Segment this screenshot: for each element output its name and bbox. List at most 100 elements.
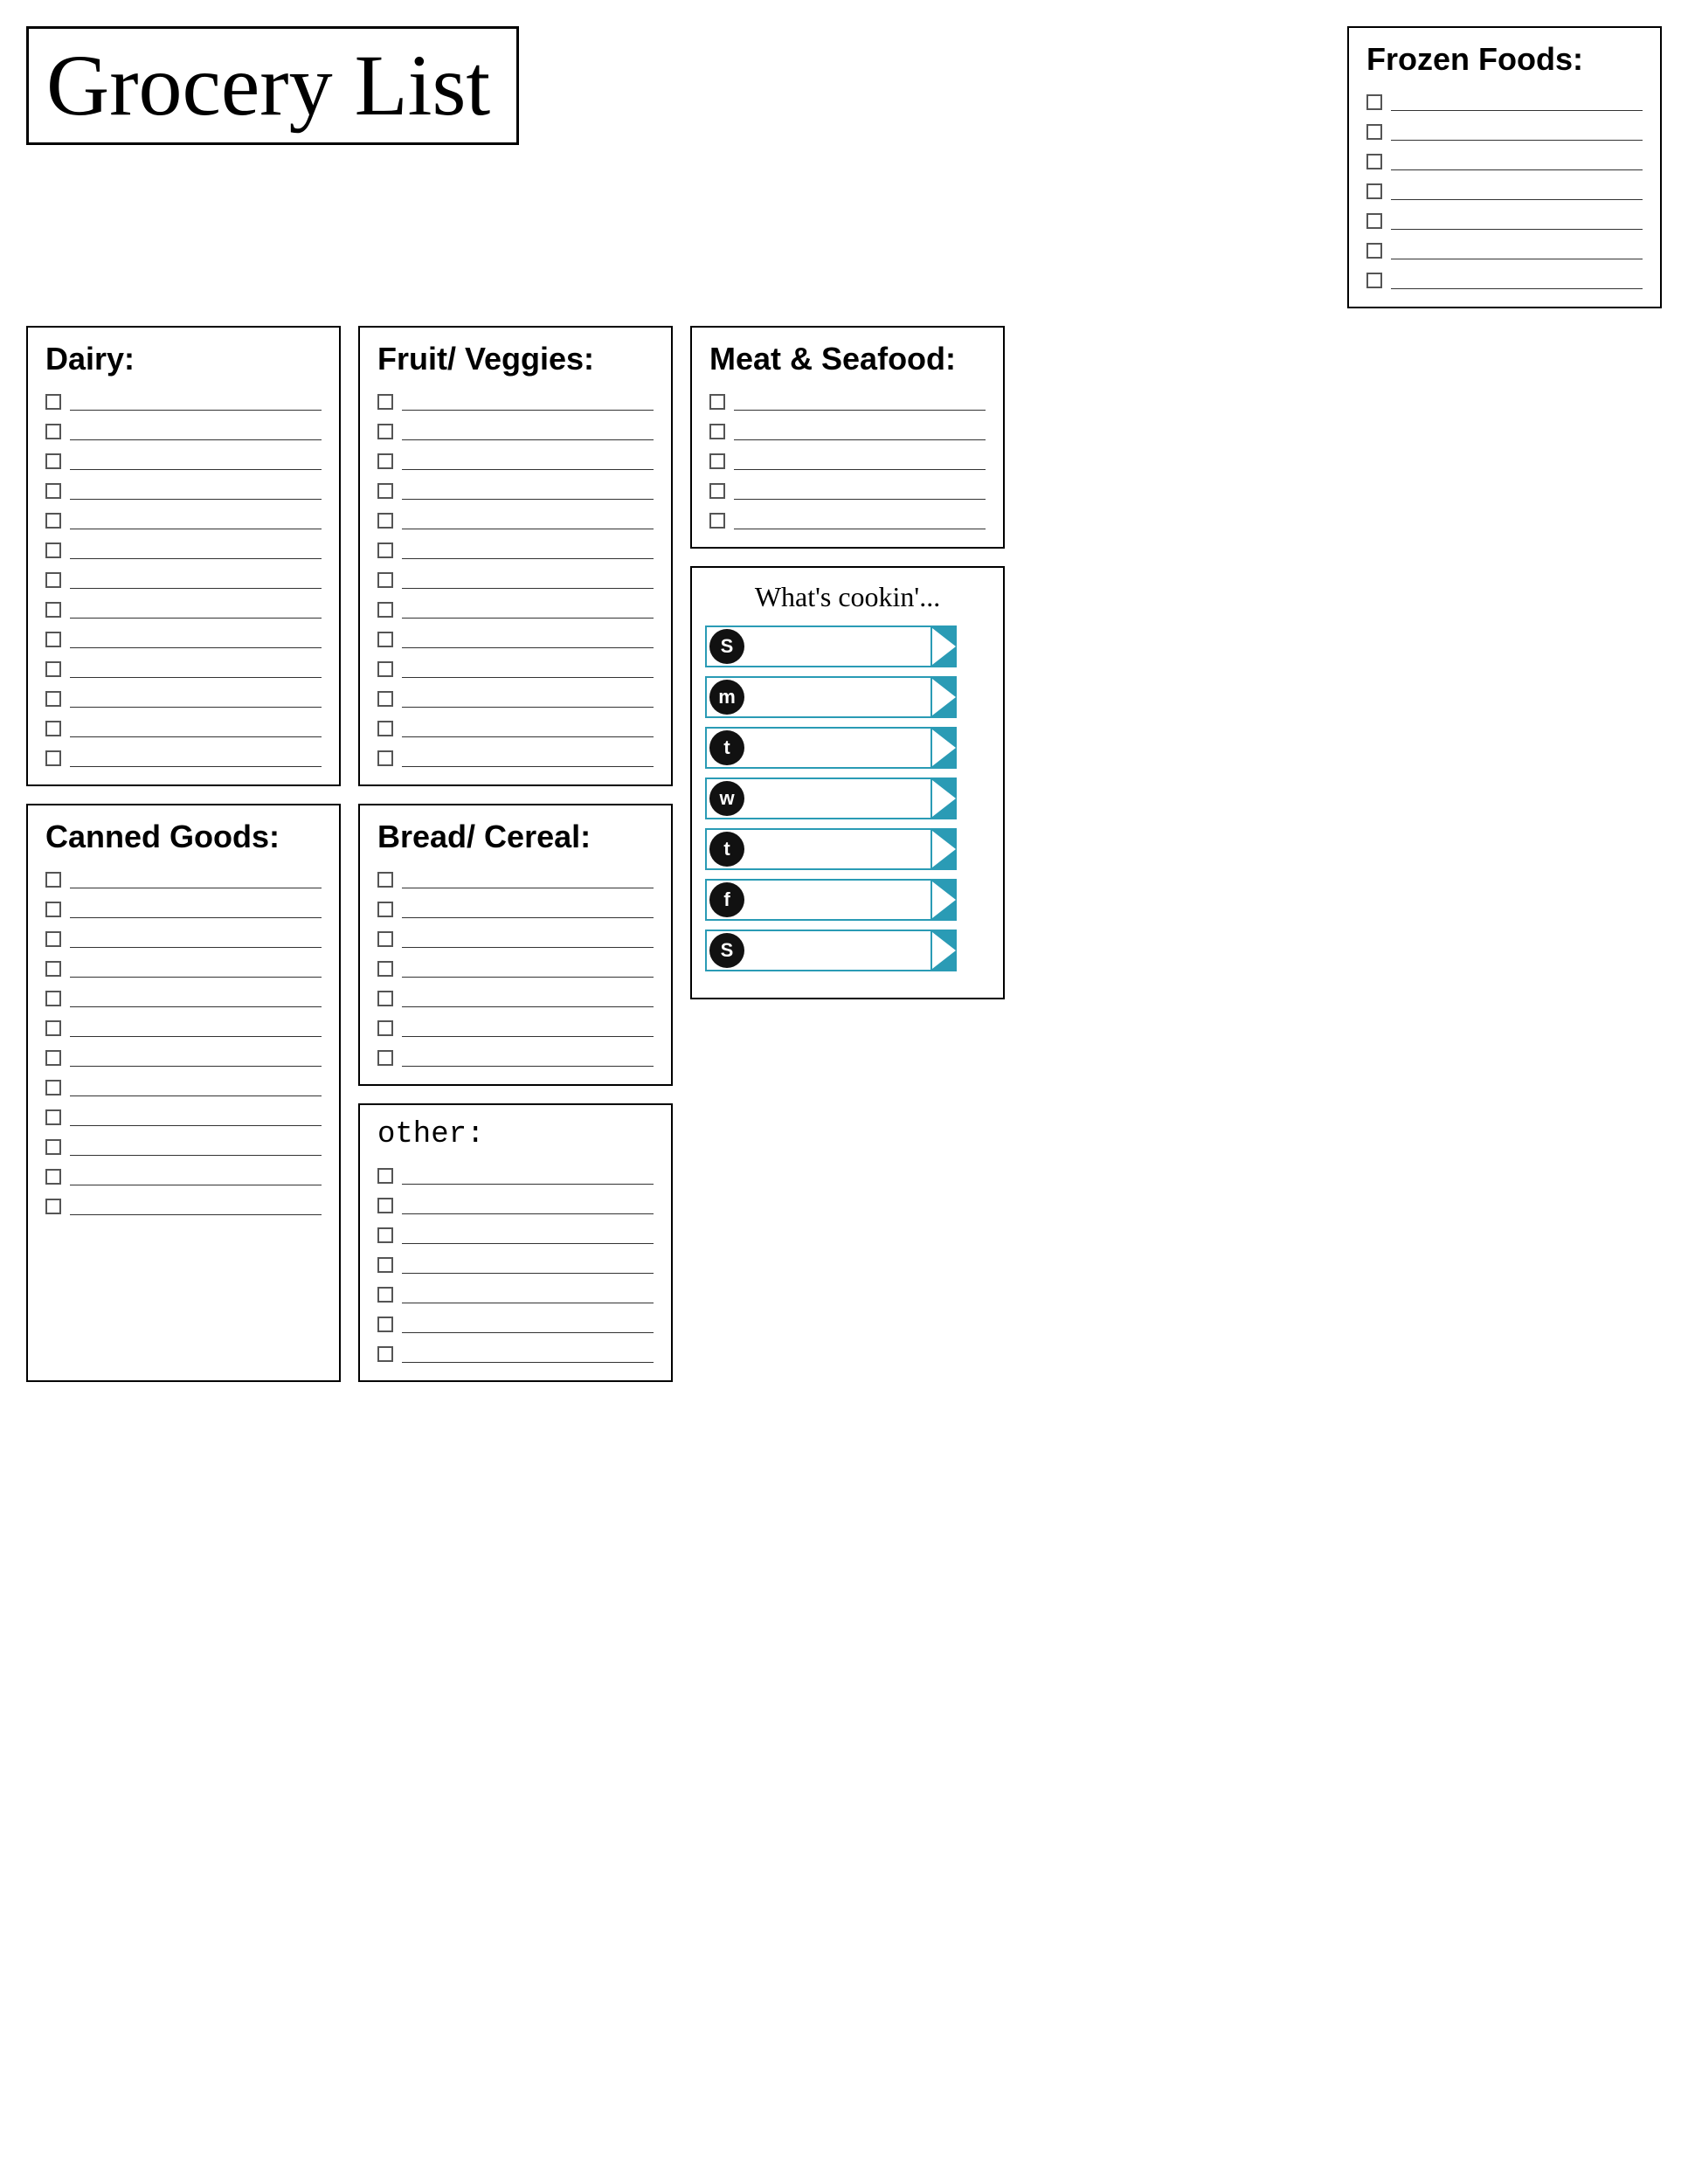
item-line bbox=[402, 1227, 654, 1244]
checkbox[interactable] bbox=[377, 991, 393, 1006]
checkbox[interactable] bbox=[1366, 124, 1382, 140]
checkbox[interactable] bbox=[45, 543, 61, 558]
checkbox[interactable] bbox=[377, 1346, 393, 1362]
checkbox[interactable] bbox=[377, 661, 393, 677]
checkbox[interactable] bbox=[45, 1109, 61, 1125]
checkbox[interactable] bbox=[377, 1050, 393, 1066]
checkbox[interactable] bbox=[377, 721, 393, 736]
checkbox[interactable] bbox=[1366, 94, 1382, 110]
checkbox[interactable] bbox=[1366, 243, 1382, 259]
checkbox[interactable] bbox=[1366, 213, 1382, 229]
checkbox[interactable] bbox=[377, 483, 393, 499]
checkbox[interactable] bbox=[377, 872, 393, 888]
checkbox[interactable] bbox=[709, 483, 725, 499]
checkbox[interactable] bbox=[1366, 273, 1382, 288]
checkbox[interactable] bbox=[377, 513, 393, 529]
checkbox[interactable] bbox=[45, 661, 61, 677]
list-item bbox=[377, 631, 654, 648]
checkbox[interactable] bbox=[377, 1020, 393, 1036]
checkbox[interactable] bbox=[377, 602, 393, 618]
list-item bbox=[45, 871, 322, 888]
checkbox[interactable] bbox=[377, 632, 393, 647]
checkbox[interactable] bbox=[1366, 183, 1382, 199]
checkbox[interactable] bbox=[45, 931, 61, 947]
checkbox[interactable] bbox=[377, 902, 393, 917]
checkbox[interactable] bbox=[709, 394, 725, 410]
checkbox[interactable] bbox=[377, 1257, 393, 1273]
item-line bbox=[70, 423, 322, 440]
day-row-thursday: t bbox=[705, 828, 990, 870]
checkbox[interactable] bbox=[45, 1050, 61, 1066]
checkbox[interactable] bbox=[377, 750, 393, 766]
checkbox[interactable] bbox=[45, 483, 61, 499]
checkbox[interactable] bbox=[45, 750, 61, 766]
item-line bbox=[70, 720, 322, 737]
item-line bbox=[402, 631, 654, 648]
checkbox[interactable] bbox=[45, 1199, 61, 1214]
checkbox[interactable] bbox=[377, 1198, 393, 1213]
item-line bbox=[402, 1019, 654, 1037]
item-line bbox=[70, 930, 322, 948]
checkbox[interactable] bbox=[377, 453, 393, 469]
checkbox[interactable] bbox=[45, 632, 61, 647]
checkbox[interactable] bbox=[377, 691, 393, 707]
checkbox[interactable] bbox=[377, 1227, 393, 1243]
checkbox[interactable] bbox=[45, 1020, 61, 1036]
item-line bbox=[1391, 153, 1643, 170]
checkbox[interactable] bbox=[45, 1169, 61, 1185]
list-item bbox=[45, 1109, 322, 1126]
item-line bbox=[402, 660, 654, 678]
checkbox[interactable] bbox=[45, 721, 61, 736]
checkbox[interactable] bbox=[45, 1139, 61, 1155]
checkbox[interactable] bbox=[45, 902, 61, 917]
checkbox[interactable] bbox=[377, 931, 393, 947]
checkbox[interactable] bbox=[45, 961, 61, 977]
checkbox[interactable] bbox=[45, 572, 61, 588]
list-item bbox=[45, 601, 322, 619]
item-line bbox=[402, 1286, 654, 1303]
item-line bbox=[402, 1197, 654, 1214]
checkbox[interactable] bbox=[709, 513, 725, 529]
canned-goods-section: Canned Goods: bbox=[26, 804, 341, 1382]
checkbox[interactable] bbox=[45, 1080, 61, 1095]
checkbox[interactable] bbox=[45, 991, 61, 1006]
day-row-saturday: S bbox=[705, 930, 990, 971]
item-line bbox=[402, 720, 654, 737]
item-line bbox=[1391, 123, 1643, 141]
day-row-monday: m bbox=[705, 676, 990, 718]
list-item bbox=[377, 1316, 654, 1333]
checkbox[interactable] bbox=[377, 394, 393, 410]
left-columns: Dairy: bbox=[26, 326, 673, 1382]
checkbox[interactable] bbox=[45, 872, 61, 888]
meat-seafood-title: Meat & Seafood: bbox=[709, 341, 986, 377]
item-line bbox=[402, 601, 654, 619]
list-item bbox=[377, 750, 654, 767]
checkbox[interactable] bbox=[377, 424, 393, 439]
checkbox[interactable] bbox=[377, 572, 393, 588]
list-item bbox=[45, 901, 322, 918]
item-line bbox=[402, 960, 654, 978]
checkbox[interactable] bbox=[45, 394, 61, 410]
checkbox[interactable] bbox=[377, 961, 393, 977]
checkbox[interactable] bbox=[377, 543, 393, 558]
item-line bbox=[402, 901, 654, 918]
checkbox[interactable] bbox=[45, 602, 61, 618]
item-line bbox=[734, 512, 986, 529]
checkbox[interactable] bbox=[1366, 154, 1382, 169]
list-item bbox=[709, 512, 986, 529]
checkbox[interactable] bbox=[377, 1168, 393, 1184]
checkbox[interactable] bbox=[377, 1317, 393, 1332]
checkbox[interactable] bbox=[45, 513, 61, 529]
checkbox[interactable] bbox=[45, 691, 61, 707]
list-item bbox=[45, 1198, 322, 1215]
checkbox[interactable] bbox=[709, 453, 725, 469]
list-item bbox=[377, 960, 654, 978]
checkbox[interactable] bbox=[45, 424, 61, 439]
list-item bbox=[45, 720, 322, 737]
list-item bbox=[377, 512, 654, 529]
checkbox[interactable] bbox=[377, 1287, 393, 1303]
checkbox[interactable] bbox=[45, 453, 61, 469]
list-item bbox=[45, 482, 322, 500]
day-circle-s1: S bbox=[709, 629, 744, 664]
checkbox[interactable] bbox=[709, 424, 725, 439]
